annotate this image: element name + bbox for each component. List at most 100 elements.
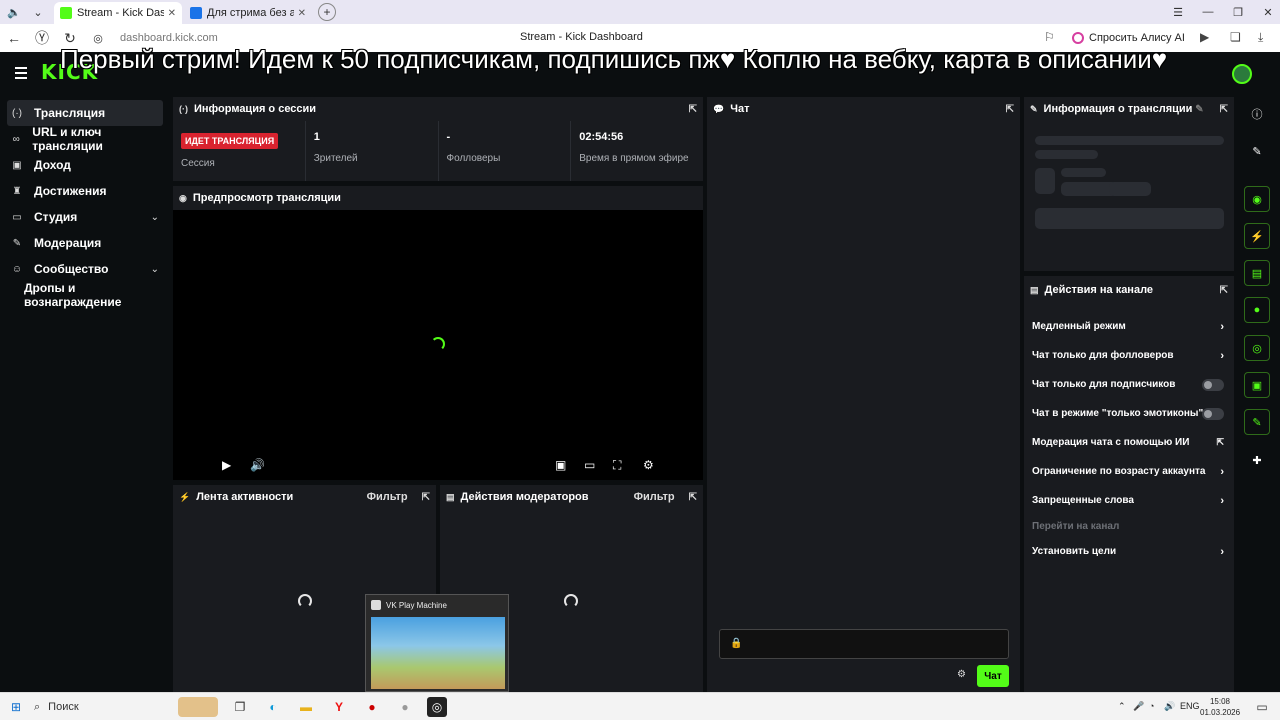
volume-icon[interactable]: 🔊	[250, 458, 265, 472]
avatar[interactable]	[1232, 64, 1252, 84]
chat-icon[interactable]: ●	[1244, 297, 1270, 323]
loading-spinner	[431, 337, 445, 351]
add-widget-icon[interactable]: ✚	[1244, 447, 1270, 473]
action-account-age[interactable]: Ограничение по возрасту аккаунта ›	[1024, 457, 1234, 486]
chevron-down-icon: ⌄	[150, 211, 159, 223]
panel-title: Действия модераторов	[460, 491, 589, 503]
speaker-icon[interactable]: 🔈	[4, 2, 24, 22]
action-banned-words[interactable]: Запрещенные слова ›	[1024, 486, 1234, 515]
url-field[interactable]: dashboard.kick.com	[120, 32, 218, 44]
pop-out-icon[interactable]: ⇱	[1220, 104, 1228, 115]
subscribers-only-toggle[interactable]	[1202, 378, 1224, 391]
pop-out-icon[interactable]: ⇱	[422, 492, 430, 503]
collections-icon[interactable]: ❏	[1230, 30, 1241, 44]
menu-icon[interactable]	[15, 67, 27, 82]
chevron-down-icon[interactable]: ⌄	[28, 2, 48, 22]
task-view-icon[interactable]: ❐	[230, 697, 250, 717]
play-icon[interactable]: ▶	[1200, 30, 1209, 44]
fullscreen-icon[interactable]: ⛶	[613, 458, 621, 473]
wifi-icon[interactable]: ◔	[1149, 701, 1154, 711]
tab-stream-guide[interactable]: Для стрима без авто ✕	[184, 2, 312, 24]
download-icon[interactable]: ⤓	[1258, 30, 1263, 45]
action-slow-mode[interactable]: Медленный режим ›	[1024, 312, 1234, 341]
close-window-icon[interactable]: ✕	[1256, 0, 1280, 24]
app-icon[interactable]: ●	[395, 697, 415, 717]
maximize-icon[interactable]: ❐	[1226, 0, 1250, 24]
pop-out-icon[interactable]: ⇱	[689, 492, 697, 503]
widget-icon[interactable]	[178, 697, 218, 717]
channel-icon[interactable]: ▣	[1244, 372, 1270, 398]
action-ai-moderation[interactable]: Модерация чата с помощью ИИ ⇱	[1024, 428, 1234, 457]
info-icon[interactable]: ⓘ	[1244, 101, 1270, 127]
notifications-icon[interactable]: ▭	[1252, 697, 1272, 717]
close-icon[interactable]: ✕	[298, 8, 306, 19]
pop-out-icon[interactable]: ⇱	[1220, 285, 1228, 296]
preview-icon: ◉	[179, 192, 187, 203]
sidebar-item-studio[interactable]: ▭ Студия ⌄	[7, 204, 163, 230]
pop-out-icon[interactable]: ⇱	[689, 104, 697, 115]
file-explorer-icon[interactable]: ▬	[296, 697, 316, 717]
language-indicator[interactable]: ENG	[1180, 701, 1200, 711]
video-player[interactable]: ▶ 🔊 ▣ ▭ ⛶ ⚙	[173, 210, 703, 480]
sidebar-item-community[interactable]: ☺ Сообщество ⌄	[7, 256, 163, 282]
theater-icon[interactable]: ▭	[584, 458, 595, 472]
chat-send-button[interactable]: Чат	[977, 665, 1009, 687]
panel-title: Действия на канале	[1044, 284, 1154, 296]
taskbar-preview-popup[interactable]: VK Play Machine	[365, 594, 509, 692]
settings-icon[interactable]: ⚙	[643, 458, 654, 472]
chat-settings-icon[interactable]: ⚙	[957, 669, 966, 680]
close-icon[interactable]: ✕	[168, 8, 176, 19]
edit-icon[interactable]: ✎	[1244, 138, 1270, 164]
filter-button[interactable]: Фильтр	[367, 491, 408, 503]
filter-button[interactable]: Фильтр	[634, 491, 675, 503]
sidebar-item-achievements[interactable]: ♜ Достижения	[7, 178, 163, 204]
broadcast-icon[interactable]: ◎	[1244, 335, 1270, 361]
play-icon[interactable]: ▶	[222, 458, 231, 472]
edge-icon[interactable]: ◐	[263, 697, 283, 717]
chat-input[interactable]: 🔒	[719, 629, 1009, 659]
app-icon[interactable]: ●	[362, 697, 382, 717]
session-cell: ИДЕТ ТРАНСЛЯЦИЯ Сессия	[173, 121, 306, 181]
action-label: Установить цели	[1032, 546, 1117, 557]
vk-play-icon[interactable]: ◎	[427, 697, 447, 717]
video-favicon-icon	[190, 7, 202, 19]
sidebar-item-stream[interactable]: (·) Трансляция	[7, 100, 163, 126]
edit-icon[interactable]: ✎	[1195, 104, 1203, 115]
pip-icon[interactable]: ▣	[555, 458, 566, 472]
action-go-to-channel[interactable]: Перейти на канал	[1024, 515, 1234, 537]
channel-actions-panel: ▤ Действия на канале ⇱ Медленный режим ›…	[1024, 276, 1234, 692]
microphone-icon[interactable]: 🎤	[1133, 701, 1144, 712]
action-followers-only[interactable]: Чат только для фолловеров ›	[1024, 341, 1234, 370]
bookmark-add-icon[interactable]: ⚐	[1044, 30, 1055, 44]
new-tab-button[interactable]: +	[318, 3, 336, 21]
viewers-cell: 1 Зрителей	[306, 121, 439, 181]
windows-start-icon[interactable]: ⊞	[6, 697, 26, 717]
sidebar-item-url-key[interactable]: ∞ URL и ключ трансляции	[7, 125, 163, 153]
lightning-icon[interactable]: ⚡	[1244, 223, 1270, 249]
taskbar-search[interactable]: ⌕ Поиск	[34, 696, 164, 718]
viewers-value: 1	[313, 131, 320, 143]
list-icon[interactable]: ▤	[1244, 260, 1270, 286]
kick-favicon-icon	[60, 7, 72, 19]
broadcast-icon: (·)	[12, 107, 22, 119]
viewers-label: Зрителей	[313, 153, 358, 164]
chevron-up-icon[interactable]: ⌃	[1118, 701, 1126, 712]
panel-title: Чат	[730, 103, 750, 115]
tab-kick-dashboard[interactable]: Stream - Kick Dashboard ✕	[54, 2, 182, 24]
minimize-icon[interactable]: —	[1196, 0, 1220, 24]
emotes-only-toggle[interactable]	[1202, 407, 1224, 420]
taskbar-clock[interactable]: 15:08 01.03.2026	[1200, 696, 1240, 718]
back-icon[interactable]: ←	[0, 26, 28, 50]
action-set-goals[interactable]: Установить цели ›	[1024, 537, 1234, 566]
yandex-icon[interactable]: Ⓨ	[28, 26, 56, 50]
chevron-right-icon: ›	[1220, 545, 1224, 558]
volume-icon[interactable]: 🔊	[1164, 701, 1175, 712]
wrench-icon[interactable]: ✎	[1244, 409, 1270, 435]
pop-out-icon[interactable]: ⇱	[1006, 104, 1014, 115]
bookmark-icon[interactable]: ☰	[1166, 0, 1190, 24]
sidebar-item-drops[interactable]: Дропы и вознаграждение	[24, 281, 170, 309]
sidebar-item-moderation[interactable]: ✎ Модерация	[7, 230, 163, 256]
focus-icon[interactable]: ◉	[1244, 186, 1270, 212]
sidebar-item-income[interactable]: ▣ Доход	[7, 152, 163, 178]
yandex-browser-icon[interactable]: Y	[329, 697, 349, 717]
